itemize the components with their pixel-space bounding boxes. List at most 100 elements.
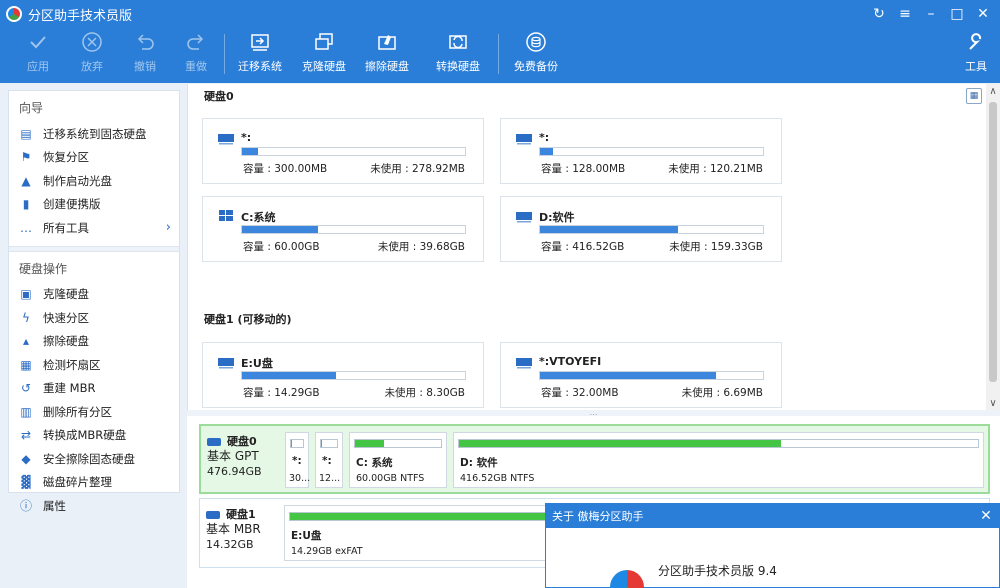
partition-name: D: 软件 <box>460 457 498 469</box>
menu-icon[interactable]: ≡ <box>894 4 916 24</box>
partition-block[interactable]: *: 12... <box>315 432 343 488</box>
convert-icon: ⇄ <box>20 428 32 443</box>
sidebar-item-label: 制作启动光盘 <box>43 173 112 188</box>
partition-usage-bar <box>290 439 304 448</box>
free-backup-label: 免费备份 <box>514 60 558 73</box>
sidebar-item-defrag[interactable]: ▓ 磁盘碎片整理 <box>9 471 179 495</box>
partition-block[interactable]: *: 30... <box>285 432 310 488</box>
sidebar-item-secure-erase[interactable]: ◆ 安全擦除固态硬盘 <box>9 447 179 471</box>
partition-usage-bar <box>354 439 442 448</box>
refresh-icon[interactable]: ↻ <box>868 4 890 24</box>
about-dialog: 关于 傲梅分区助手 ✕ 分区助手技术员版 9.4 <box>545 503 1000 588</box>
close-icon[interactable]: ✕ <box>972 4 994 24</box>
convert-disk-button[interactable]: 转换硬盘 <box>430 30 486 80</box>
partition-card[interactable]: *: 容量 : 128.00MB 未使用 : 120.21MB <box>500 118 782 184</box>
capacity-text: 容量 : 300.00MB <box>243 161 327 176</box>
scroll-thumb[interactable] <box>989 102 997 382</box>
tools-button[interactable]: 工具 <box>948 30 1000 80</box>
sidebar-item-all-tools[interactable]: … 所有工具 › <box>9 216 179 240</box>
capacity-label: 容量 : <box>243 163 275 175</box>
discard-button[interactable]: 放弃 <box>64 30 120 80</box>
usage-fill <box>540 226 679 233</box>
usage-fill <box>540 372 717 379</box>
sidebar-item-migrate[interactable]: ▤ 迁移系统到固态硬盘 <box>9 122 179 146</box>
free-value: 278.92MB <box>411 163 465 175</box>
partition-card[interactable]: C:系统 容量 : 60.00GB 未使用 : 39.68GB <box>202 196 484 262</box>
partition-card[interactable]: *:VTOYEFI 容量 : 32.00MB 未使用 : 6.69MB <box>500 342 782 408</box>
usage-fill <box>242 148 258 155</box>
sidebar-item-wipe[interactable]: ▴ 擦除硬盘 <box>9 330 179 354</box>
wizard-heading: 向导 <box>19 101 44 115</box>
hdd-icon <box>516 358 532 369</box>
redo-button[interactable]: 重做 <box>168 30 224 80</box>
usage-bar <box>241 371 466 380</box>
capacity-text: 容量 : 60.00GB <box>243 239 320 254</box>
migrate-os-button[interactable]: 迁移系统 <box>232 30 288 80</box>
app-logo-icon <box>610 570 644 588</box>
sidebar-item-rebuild-mbr[interactable]: ↺ 重建 MBR <box>9 377 179 401</box>
defrag-icon: ▓ <box>21 475 31 490</box>
wrench-icon <box>964 30 988 54</box>
partition-card[interactable]: E:U盘 容量 : 14.29GB 未使用 : 8.30GB <box>202 342 484 408</box>
capacity-value: 128.00MB <box>572 163 626 175</box>
capacity-label: 容量 : <box>541 387 573 399</box>
undo-button[interactable]: 撤销 <box>117 30 173 80</box>
hdd-icon <box>218 134 234 145</box>
clone-disk-button[interactable]: 克隆硬盘 <box>296 30 352 80</box>
disk0-type: 基本 GPT <box>207 449 259 463</box>
partition-name: D:软件 <box>539 211 575 224</box>
partition-card[interactable]: D:软件 容量 : 416.52GB 未使用 : 159.33GB <box>500 196 782 262</box>
capacity-label: 容量 : <box>541 241 573 253</box>
apply-button[interactable]: 应用 <box>10 30 66 80</box>
title-bar: 分区助手技术员版 <box>0 0 1000 28</box>
sidebar-item-clone[interactable]: ▣ 克隆硬盘 <box>9 283 179 307</box>
disk0-info: 硬盘0 基本 GPT 476.94GB <box>207 434 281 479</box>
capacity-value: 32.00MB <box>572 387 619 399</box>
wizard-section: 向导 ▤ 迁移系统到固态硬盘 ⚑ 恢复分区 ▲ 制作启动光盘 ▮ 创建便携版 …… <box>9 91 179 246</box>
sidebar-item-delete-all[interactable]: ▥ 删除所有分区 <box>9 400 179 424</box>
disk-icon <box>207 437 221 446</box>
free-label: 未使用 : <box>669 241 711 253</box>
disk0-row[interactable]: 硬盘0 基本 GPT 476.94GB *: 30... *: 12... C:… <box>199 424 990 494</box>
partition-card[interactable]: *: 容量 : 300.00MB 未使用 : 278.92MB <box>202 118 484 184</box>
free-text: 未使用 : 8.30GB <box>385 385 465 400</box>
minimize-icon[interactable]: – <box>920 4 942 24</box>
sidebar-item-recover[interactable]: ⚑ 恢复分区 <box>9 146 179 170</box>
capacity-value: 300.00MB <box>274 163 328 175</box>
scroll-up-icon[interactable]: ∧ <box>986 84 1000 98</box>
usage-bar <box>539 147 764 156</box>
lightning-icon: ϟ <box>22 310 30 325</box>
free-value: 120.21MB <box>709 163 763 175</box>
free-label: 未使用 : <box>681 387 724 399</box>
capacity-text: 容量 : 14.29GB <box>243 385 320 400</box>
sidebar-item-label: 删除所有分区 <box>43 404 112 419</box>
disk-ops-section: 硬盘操作 ▣ 克隆硬盘 ϟ 快速分区 ▴ 擦除硬盘 ▦ 检测坏扇区 ↺ 重建 M… <box>9 252 179 524</box>
scan-icon: ▦ <box>20 357 32 372</box>
disk0-title: 硬盘0 <box>204 90 234 103</box>
partition-block[interactable]: C: 系统 60.00GB NTFS <box>349 432 447 488</box>
partition-block[interactable]: D: 软件 416.52GB NTFS <box>453 432 984 488</box>
chevron-right-icon: › <box>165 220 171 236</box>
sidebar-item-quick-partition[interactable]: ϟ 快速分区 <box>9 306 179 330</box>
sidebar-item-convert-mbr[interactable]: ⇄ 转换成MBR硬盘 <box>9 424 179 448</box>
sidebar-item-properties[interactable]: ⓘ 属性 <box>9 494 179 518</box>
view-toggle-icon[interactable]: ▦ <box>966 88 982 104</box>
scroll-down-icon[interactable]: ∨ <box>986 396 1000 410</box>
vertical-scrollbar[interactable]: ∧ ∨ <box>986 84 1000 410</box>
sidebar-item-portable[interactable]: ▮ 创建便携版 <box>9 193 179 217</box>
free-value: 39.68GB <box>419 241 465 253</box>
wipe-disk-label: 擦除硬盘 <box>365 60 409 73</box>
partition-detail: 14.29GB exFAT <box>291 546 363 557</box>
sidebar-item-bad-sector[interactable]: ▦ 检测坏扇区 <box>9 353 179 377</box>
usage-fill <box>321 440 322 447</box>
hdd-icon <box>516 212 532 223</box>
disk0-name-text: 硬盘0 <box>227 435 257 448</box>
sidebar: 向导 ▤ 迁移系统到固态硬盘 ⚑ 恢复分区 ▲ 制作启动光盘 ▮ 创建便携版 …… <box>8 90 180 513</box>
partition-detail: 60.00GB NTFS <box>356 473 425 484</box>
free-backup-button[interactable]: 免费备份 <box>508 30 564 80</box>
maximize-icon[interactable]: □ <box>946 4 968 24</box>
close-icon[interactable]: ✕ <box>977 507 995 525</box>
sidebar-item-bootable[interactable]: ▲ 制作启动光盘 <box>9 169 179 193</box>
erase-icon: ◆ <box>21 451 31 466</box>
wipe-disk-button[interactable]: 擦除硬盘 <box>359 30 415 80</box>
